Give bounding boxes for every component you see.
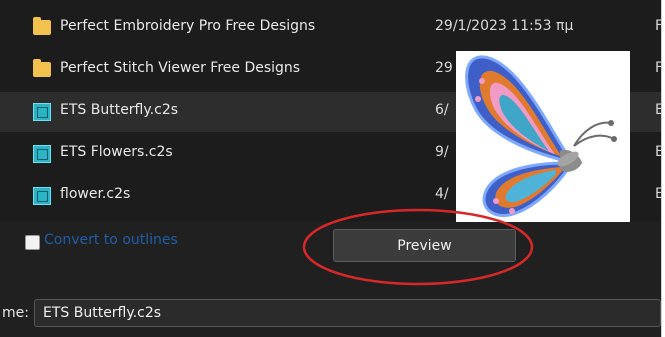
file-row-perfect-embroidery[interactable]: Perfect Embroidery Pro Free Designs 29/1… xyxy=(0,8,661,48)
filename-label: me: xyxy=(2,305,29,321)
file-name: Perfect Stitch Viewer Free Designs xyxy=(60,60,301,76)
file-dialog: Perfect Embroidery Pro Free Designs 29/1… xyxy=(0,0,662,337)
highlight-ellipse xyxy=(302,208,534,286)
filename-field[interactable] xyxy=(34,299,661,327)
file-name: ETS Butterfly.c2s xyxy=(60,102,179,118)
file-type-col: E xyxy=(655,144,661,160)
file-type-col: F xyxy=(655,18,661,34)
folder-icon xyxy=(33,59,51,77)
convert-outlines-checkbox[interactable] xyxy=(25,235,40,250)
file-name: Perfect Embroidery Pro Free Designs xyxy=(60,18,316,34)
folder-icon xyxy=(33,17,51,35)
file-date: 6/ xyxy=(435,102,449,118)
file-name: flower.c2s xyxy=(60,186,131,202)
file-date: 9/ xyxy=(435,144,449,160)
convert-outlines-label[interactable]: Convert to outlines xyxy=(44,232,178,248)
c2s-file-icon xyxy=(33,103,51,121)
file-name: ETS Flowers.c2s xyxy=(60,144,173,160)
file-type-col: E xyxy=(655,102,661,118)
file-date: 29 xyxy=(435,60,453,76)
c2s-file-icon xyxy=(33,145,51,163)
butterfly-preview-image xyxy=(456,51,630,227)
file-date: 29/1/2023 11:53 πμ xyxy=(435,18,574,34)
file-type-col: E xyxy=(655,186,661,202)
file-date: 4/ xyxy=(435,186,449,202)
c2s-file-icon xyxy=(33,187,51,205)
file-type-col: F xyxy=(655,60,661,76)
